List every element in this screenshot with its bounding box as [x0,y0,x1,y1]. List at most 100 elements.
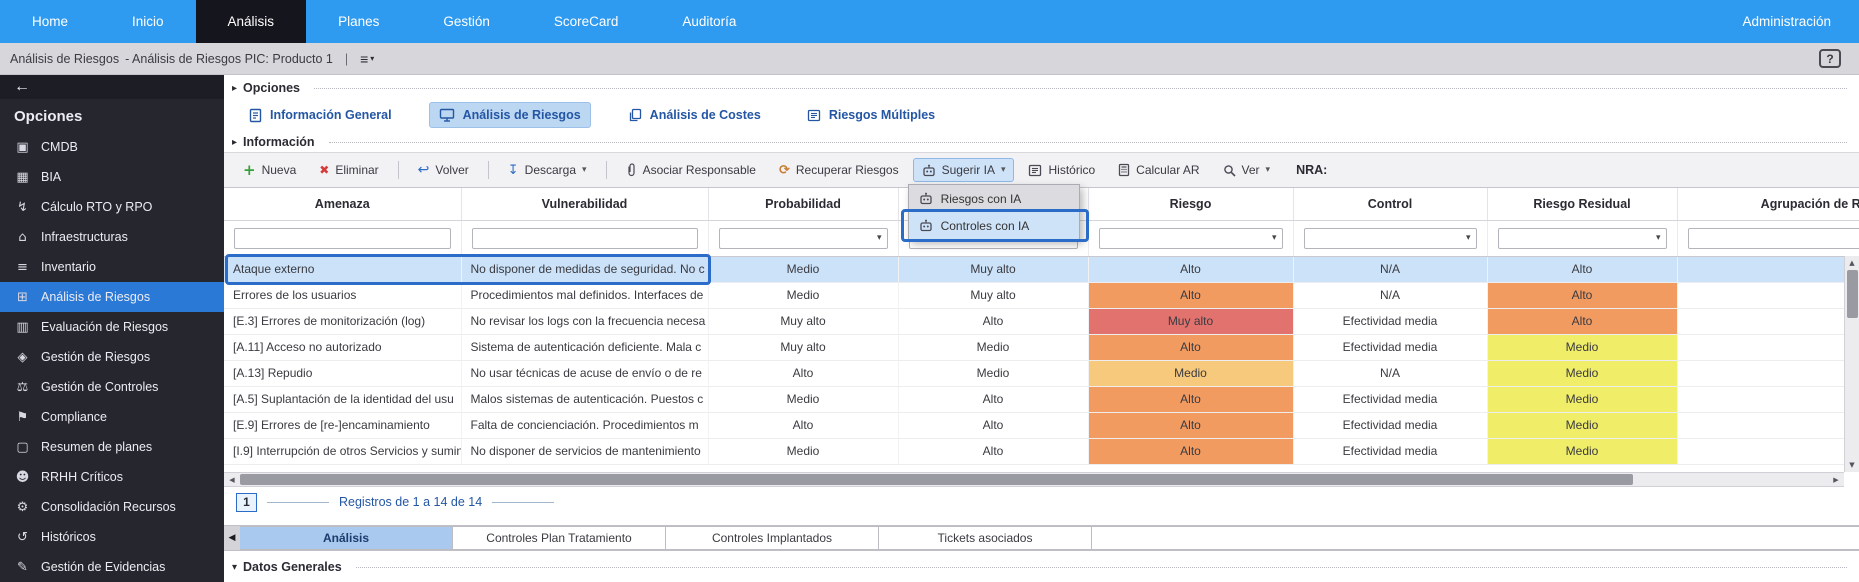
cell-probabilidad[interactable]: Muy alto [708,308,898,334]
cell-agrupacion[interactable] [1677,334,1859,360]
vertical-scroll-thumb[interactable] [1847,270,1858,318]
scroll-down-icon[interactable]: ▼ [1845,458,1859,472]
cell-impacto[interactable]: Alto [898,412,1088,438]
nav-item-inicio[interactable]: Inicio [100,0,196,43]
filter-input-vulnerabilidad[interactable] [472,228,698,249]
column-header-riesgo-residual[interactable]: Riesgo Residual [1487,188,1677,220]
help-button[interactable]: ? [1819,49,1841,68]
cell-vulnerabilidad[interactable]: Malos sistemas de autenticación. Puestos… [461,386,708,412]
cell-agrupacion[interactable] [1677,256,1859,282]
cell-riesgo-residual[interactable]: Medio [1487,386,1677,412]
cell-riesgo[interactable]: Alto [1088,256,1293,282]
cell-probabilidad[interactable]: Alto [708,360,898,386]
cell-impacto[interactable]: Muy alto [898,256,1088,282]
tab-analisis-de-riesgos[interactable]: Análisis de Riesgos [429,102,591,128]
cell-probabilidad[interactable]: Medio [708,256,898,282]
filter-input-amenaza[interactable] [234,228,451,249]
column-header-amenaza[interactable]: Amenaza [224,188,461,220]
nueva-button[interactable]: +Nueva [234,156,305,184]
cell-impacto[interactable]: Muy alto [898,282,1088,308]
section-informacion-header[interactable]: ▸ Información [224,132,1859,152]
cell-riesgo-residual[interactable]: Medio [1487,412,1677,438]
cell-vulnerabilidad[interactable]: Procedimientos mal definidos. Interfaces… [461,282,708,308]
sidebar-item-infraestructuras[interactable]: ⌂Infraestructuras [0,222,224,252]
section-datos-generales-header[interactable]: ▾ Datos Generales [224,557,1859,577]
sidebar-back-button[interactable]: ← [0,75,224,99]
cell-control[interactable]: Efectividad media [1293,334,1487,360]
cell-control[interactable]: N/A [1293,360,1487,386]
scroll-left-icon[interactable]: ◀ [224,476,240,484]
cell-probabilidad[interactable]: Medio [708,386,898,412]
tab-informacion-general[interactable]: Información General [240,103,401,128]
vertical-scrollbar[interactable]: ▲ ▼ [1844,256,1859,472]
nav-item-administracion[interactable]: Administración [1714,0,1859,43]
cell-amenaza[interactable]: [A.11] Acceso no autorizado [224,334,461,360]
table-row[interactable]: [A.5] Suplantación de la identidad del u… [224,386,1859,412]
cell-amenaza[interactable]: [I.9] Interrupción de otros Servicios y … [224,438,461,464]
cell-riesgo-residual[interactable]: Medio [1487,360,1677,386]
cell-riesgo-residual[interactable]: Medio [1487,438,1677,464]
cell-control[interactable]: N/A [1293,282,1487,308]
sheet-tab-controles-plan-tratamiento[interactable]: Controles Plan Tratamiento [453,526,666,550]
cell-riesgo[interactable]: Medio [1088,360,1293,386]
scroll-right-icon[interactable]: ▶ [1828,476,1844,484]
sidebar-item-gestion-de-riesgos[interactable]: ◈Gestión de Riesgos [0,342,224,372]
scroll-tabs-left-icon[interactable]: ◀ [224,526,240,550]
historico-button[interactable]: Histórico [1019,158,1104,182]
table-row[interactable]: [A.13] RepudioNo usar técnicas de acuse … [224,360,1859,386]
cell-agrupacion[interactable] [1677,282,1859,308]
page-number-button[interactable]: 1 [236,493,257,512]
sidebar-item-cmdb[interactable]: ▣CMDB [0,132,224,162]
sheet-tab-analisis[interactable]: Análisis [240,526,453,550]
ver-button[interactable]: Ver▾ [1214,158,1280,182]
table-row[interactable]: [E.9] Errores de [re-]encaminamientoFalt… [224,412,1859,438]
volver-button[interactable]: ↩Volver [409,157,478,183]
cell-impacto[interactable]: Medio [898,360,1088,386]
cell-riesgo[interactable]: Alto [1088,282,1293,308]
cell-amenaza[interactable]: [E.9] Errores de [re-]encaminamiento [224,412,461,438]
descarga-button[interactable]: ↧Descarga▾ [499,158,596,183]
tab-analisis-de-costes[interactable]: Análisis de Costes [619,103,770,127]
cell-agrupacion[interactable] [1677,412,1859,438]
recuperar-riesgos-button[interactable]: ⟳Recuperar Riesgos [770,158,908,183]
scroll-up-icon[interactable]: ▲ [1845,256,1859,270]
sidebar-item-compliance[interactable]: ⚑Compliance [0,402,224,432]
sidebar-item-gestion-de-evidencias[interactable]: ✎Gestión de Evidencias [0,552,224,582]
cell-riesgo[interactable]: Alto [1088,386,1293,412]
cell-amenaza[interactable]: [A.5] Suplantación de la identidad del u… [224,386,461,412]
cell-vulnerabilidad[interactable]: No disponer de servicios de mantenimient… [461,438,708,464]
cell-probabilidad[interactable]: Medio [708,438,898,464]
list-menu-icon[interactable]: ≡▾ [360,51,374,67]
cell-amenaza[interactable]: Ataque externo [224,256,461,282]
cell-amenaza[interactable]: [A.13] Repudio [224,360,461,386]
tab-riesgos-multiples[interactable]: Riesgos Múltiples [798,103,944,127]
cell-vulnerabilidad[interactable]: No disponer de medidas de seguridad. No … [461,256,708,282]
table-row[interactable]: [I.9] Interrupción de otros Servicios y … [224,438,1859,464]
section-opciones-header[interactable]: ▸ Opciones [224,78,1859,98]
cell-agrupacion[interactable] [1677,360,1859,386]
nav-item-planes[interactable]: Planes [306,0,411,43]
sugerir-ia-button[interactable]: Sugerir IA▾Riesgos con IAControles con I… [913,158,1015,182]
sidebar-item-resumen-de-planes[interactable]: ▢Resumen de planes [0,432,224,462]
cell-agrupacion[interactable] [1677,438,1859,464]
menu-item-riesgos-con-ia[interactable]: Riesgos con IA [909,185,1079,212]
sidebar-item-calculo-rto-y-rpo[interactable]: ↯Cálculo RTO y RPO [0,192,224,222]
column-header-vulnerabilidad[interactable]: Vulnerabilidad [461,188,708,220]
cell-riesgo-residual[interactable]: Alto [1487,256,1677,282]
menu-item-controles-con-ia[interactable]: Controles con IA [909,212,1079,239]
cell-control[interactable]: N/A [1293,256,1487,282]
cell-riesgo-residual[interactable]: Alto [1487,308,1677,334]
cell-amenaza[interactable]: [E.3] Errores de monitorización (log) [224,308,461,334]
cell-riesgo[interactable]: Alto [1088,438,1293,464]
table-row[interactable]: Ataque externoNo disponer de medidas de … [224,256,1859,282]
cell-agrupacion[interactable] [1677,308,1859,334]
nav-item-gestion[interactable]: Gestión [411,0,522,43]
cell-impacto[interactable]: Medio [898,334,1088,360]
cell-vulnerabilidad[interactable]: Sistema de autenticación deficiente. Mal… [461,334,708,360]
sidebar-item-historicos[interactable]: ↺Históricos [0,522,224,552]
cell-control[interactable]: Efectividad media [1293,438,1487,464]
sheet-tab-controles-implantados[interactable]: Controles Implantados [666,526,879,550]
cell-vulnerabilidad[interactable]: No usar técnicas de acuse de envío o de … [461,360,708,386]
sidebar-item-inventario[interactable]: ≡Inventario [0,252,224,282]
cell-control[interactable]: Efectividad media [1293,308,1487,334]
